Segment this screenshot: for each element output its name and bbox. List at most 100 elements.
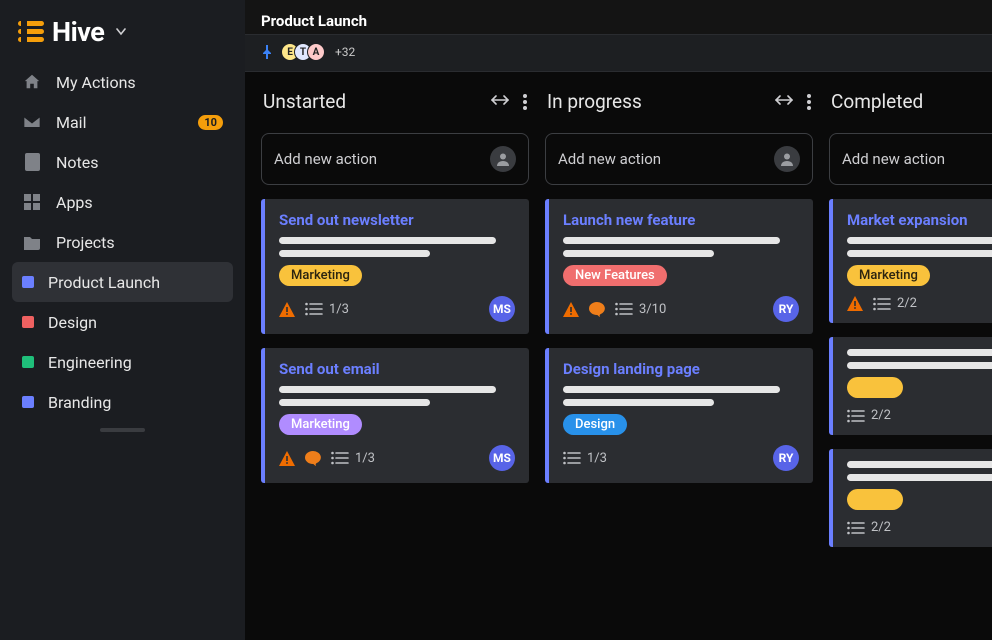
nav-label: My Actions [56, 73, 136, 92]
board-column: Unstarted Add new action Send out newslett… [261, 88, 529, 624]
card-body-placeholder [563, 386, 799, 406]
add-action-button[interactable]: Add new action [829, 133, 992, 185]
card-footer: 3/10 RY [563, 296, 799, 322]
card-footer: 1/3 MS [279, 445, 515, 471]
column-title: In progress [547, 90, 642, 113]
nav-engineering[interactable]: Engineering [12, 342, 233, 382]
assign-person-icon[interactable] [774, 146, 800, 172]
avatar: A [307, 43, 325, 61]
checklist-count[interactable]: 2/2 [873, 296, 917, 311]
card-body-placeholder [279, 237, 515, 257]
hive-logo-icon [18, 21, 44, 43]
nav-label: Product Launch [48, 273, 160, 292]
checklist-count[interactable]: 1/3 [563, 451, 607, 466]
card-footer: 1/3 RY [563, 445, 799, 471]
column-header: Unstarted [261, 88, 529, 119]
column-title: Unstarted [263, 90, 346, 113]
member-more-count[interactable]: +32 [335, 45, 355, 59]
action-card[interactable]: 2/2 [829, 337, 992, 435]
action-card[interactable]: 2/2 [829, 449, 992, 547]
assignee-avatar[interactable]: RY [773, 445, 799, 471]
column-header: In progress [545, 88, 813, 119]
column-menu-icon[interactable] [807, 94, 811, 110]
card-title: Market expansion [847, 211, 992, 229]
add-action-label: Add new action [842, 150, 945, 168]
card-tag [847, 489, 903, 510]
home-icon [22, 72, 42, 92]
card-footer: 2/2 [847, 296, 992, 311]
member-avatars[interactable]: E T A [281, 43, 325, 61]
checklist-count[interactable]: 3/10 [615, 302, 666, 317]
project-color-icon [22, 396, 34, 408]
checklist-count[interactable]: 1/3 [305, 302, 349, 317]
card-tag: Design [563, 414, 627, 435]
board: Unstarted Add new action Send out newslett… [245, 72, 992, 640]
card-title: Send out newsletter [279, 211, 515, 229]
alert-icon [847, 296, 863, 311]
page-title: Product Launch [261, 12, 976, 30]
column-title: Completed [831, 90, 923, 113]
pin-icon[interactable] [261, 45, 273, 59]
brand[interactable]: Hive [0, 6, 245, 62]
card-body-placeholder [847, 461, 992, 481]
column-menu-icon[interactable] [523, 94, 527, 110]
nav-mail[interactable]: Mail 10 [12, 102, 233, 142]
nav-scrollbar[interactable] [30, 428, 215, 430]
nav-my-actions[interactable]: My Actions [12, 62, 233, 102]
assignee-avatar[interactable]: MS [489, 445, 515, 471]
card-title: Launch new feature [563, 211, 799, 229]
checklist-count[interactable]: 1/3 [331, 451, 375, 466]
alert-icon [279, 302, 295, 317]
add-action-button[interactable]: Add new action [545, 133, 813, 185]
nav-label: Projects [56, 233, 115, 252]
action-card[interactable]: Market expansion Marketing 2/2 [829, 199, 992, 323]
add-action-button[interactable]: Add new action [261, 133, 529, 185]
notes-icon [22, 152, 42, 172]
nav-product-launch[interactable]: Product Launch [12, 262, 233, 302]
comment-icon[interactable] [589, 302, 605, 317]
comment-icon[interactable] [305, 451, 321, 466]
card-body-placeholder [279, 386, 515, 406]
card-tag: Marketing [847, 265, 930, 286]
brand-caret-icon[interactable] [116, 28, 126, 36]
action-card[interactable]: Design landing page Design 1/3 RY [545, 348, 813, 483]
board-wrap: Unstarted Add new action Send out newslett… [245, 72, 992, 640]
action-card[interactable]: Send out newsletter Marketing 1/3 MS [261, 199, 529, 334]
nav-notes[interactable]: Notes [12, 142, 233, 182]
card-title: Send out email [279, 360, 515, 378]
board-column: In progress Add new action Launch new feat… [545, 88, 813, 624]
assign-person-icon[interactable] [490, 146, 516, 172]
card-footer: 1/3 MS [279, 296, 515, 322]
checklist-count[interactable]: 2/2 [847, 520, 891, 535]
column-expand-icon[interactable] [491, 94, 509, 110]
project-color-icon [22, 316, 34, 328]
nav-projects[interactable]: Projects [12, 222, 233, 262]
column-expand-icon[interactable] [775, 94, 793, 110]
assignee-avatar[interactable]: MS [489, 296, 515, 322]
card-tag: New Features [563, 265, 667, 286]
assignee-avatar[interactable]: RY [773, 296, 799, 322]
card-tag: Marketing [279, 414, 362, 435]
nav: My Actions Mail 10 Notes Apps [0, 62, 245, 430]
nav-apps[interactable]: Apps [12, 182, 233, 222]
mail-icon [22, 112, 42, 132]
nav-label: Apps [56, 193, 93, 212]
topbar: Product Launch [245, 0, 992, 35]
card-title: Design landing page [563, 360, 799, 378]
alert-icon [563, 302, 579, 317]
project-color-icon [22, 356, 34, 368]
action-card[interactable]: Launch new feature New Features 3/10 RY [545, 199, 813, 334]
card-body-placeholder [563, 237, 799, 257]
nav-design[interactable]: Design [12, 302, 233, 342]
alert-icon [279, 451, 295, 466]
card-body-placeholder [847, 349, 992, 369]
nav-branding[interactable]: Branding [12, 382, 233, 422]
action-card[interactable]: Send out email Marketing 1/3 MS [261, 348, 529, 483]
checklist-count[interactable]: 2/2 [847, 408, 891, 423]
nav-label: Notes [56, 153, 99, 172]
card-tag: Marketing [279, 265, 362, 286]
folder-icon [22, 232, 42, 252]
nav-label: Mail [56, 113, 86, 132]
project-color-icon [22, 276, 34, 288]
mail-badge: 10 [198, 115, 223, 130]
